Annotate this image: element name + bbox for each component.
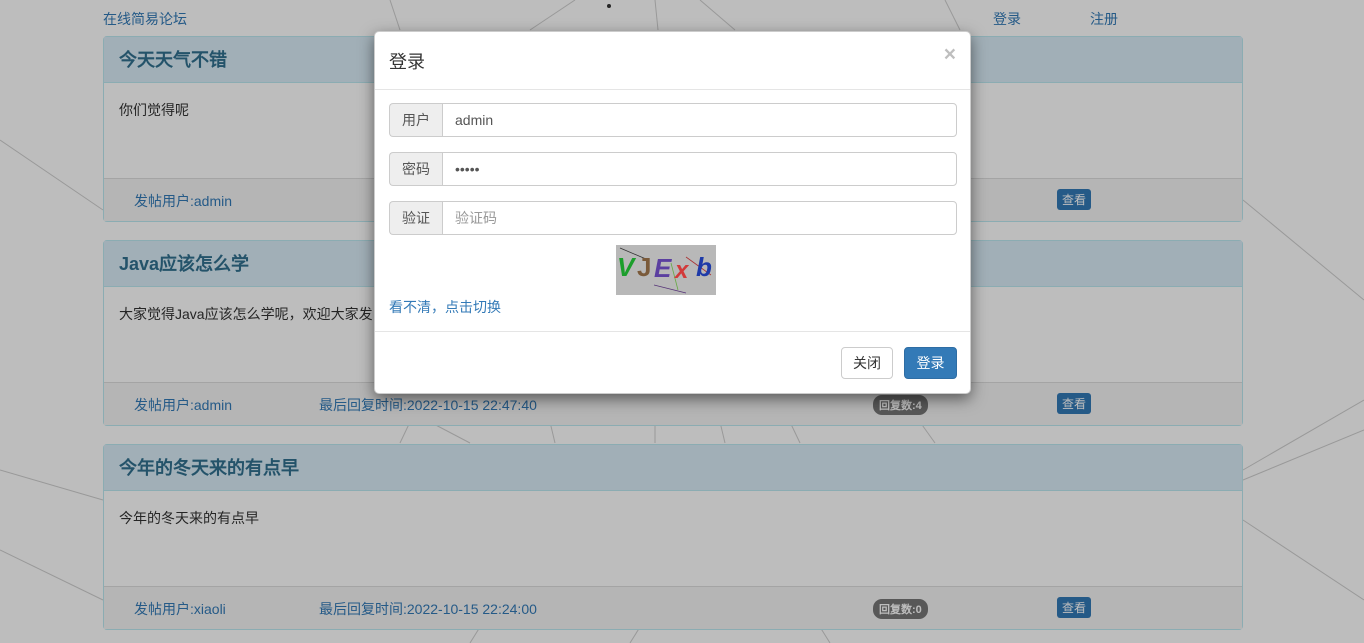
captcha-char: V (617, 252, 637, 282)
password-input-group: 密码 (389, 152, 957, 186)
captcha-char: b (696, 252, 712, 282)
captcha-input[interactable] (442, 201, 957, 235)
login-button[interactable]: 登录 (904, 347, 957, 379)
username-input-group: 用户 (389, 103, 957, 137)
captcha-label: 验证 (389, 201, 442, 235)
captcha-char: J (637, 252, 651, 282)
username-input[interactable] (442, 103, 957, 137)
modal-title: 登录 (389, 52, 425, 72)
refresh-captcha-link[interactable]: 看不清，点击切换 (389, 297, 501, 317)
captcha-char: x (673, 257, 690, 284)
password-label: 密码 (389, 152, 442, 186)
captcha-char: E (654, 253, 672, 283)
captcha-image[interactable]: V J E x b (616, 245, 716, 295)
username-label: 用户 (389, 103, 442, 137)
close-button[interactable]: 关闭 (841, 347, 893, 379)
modal-footer: 关闭 登录 (375, 331, 970, 394)
login-modal: 登录 × 用户 密码 验证 V J E x b 看不清，点击切换 关闭 登录 (374, 31, 971, 394)
password-input[interactable] (442, 152, 957, 186)
captcha-input-group: 验证 (389, 201, 957, 235)
close-icon[interactable]: × (944, 44, 956, 65)
modal-header: 登录 × (375, 32, 970, 90)
